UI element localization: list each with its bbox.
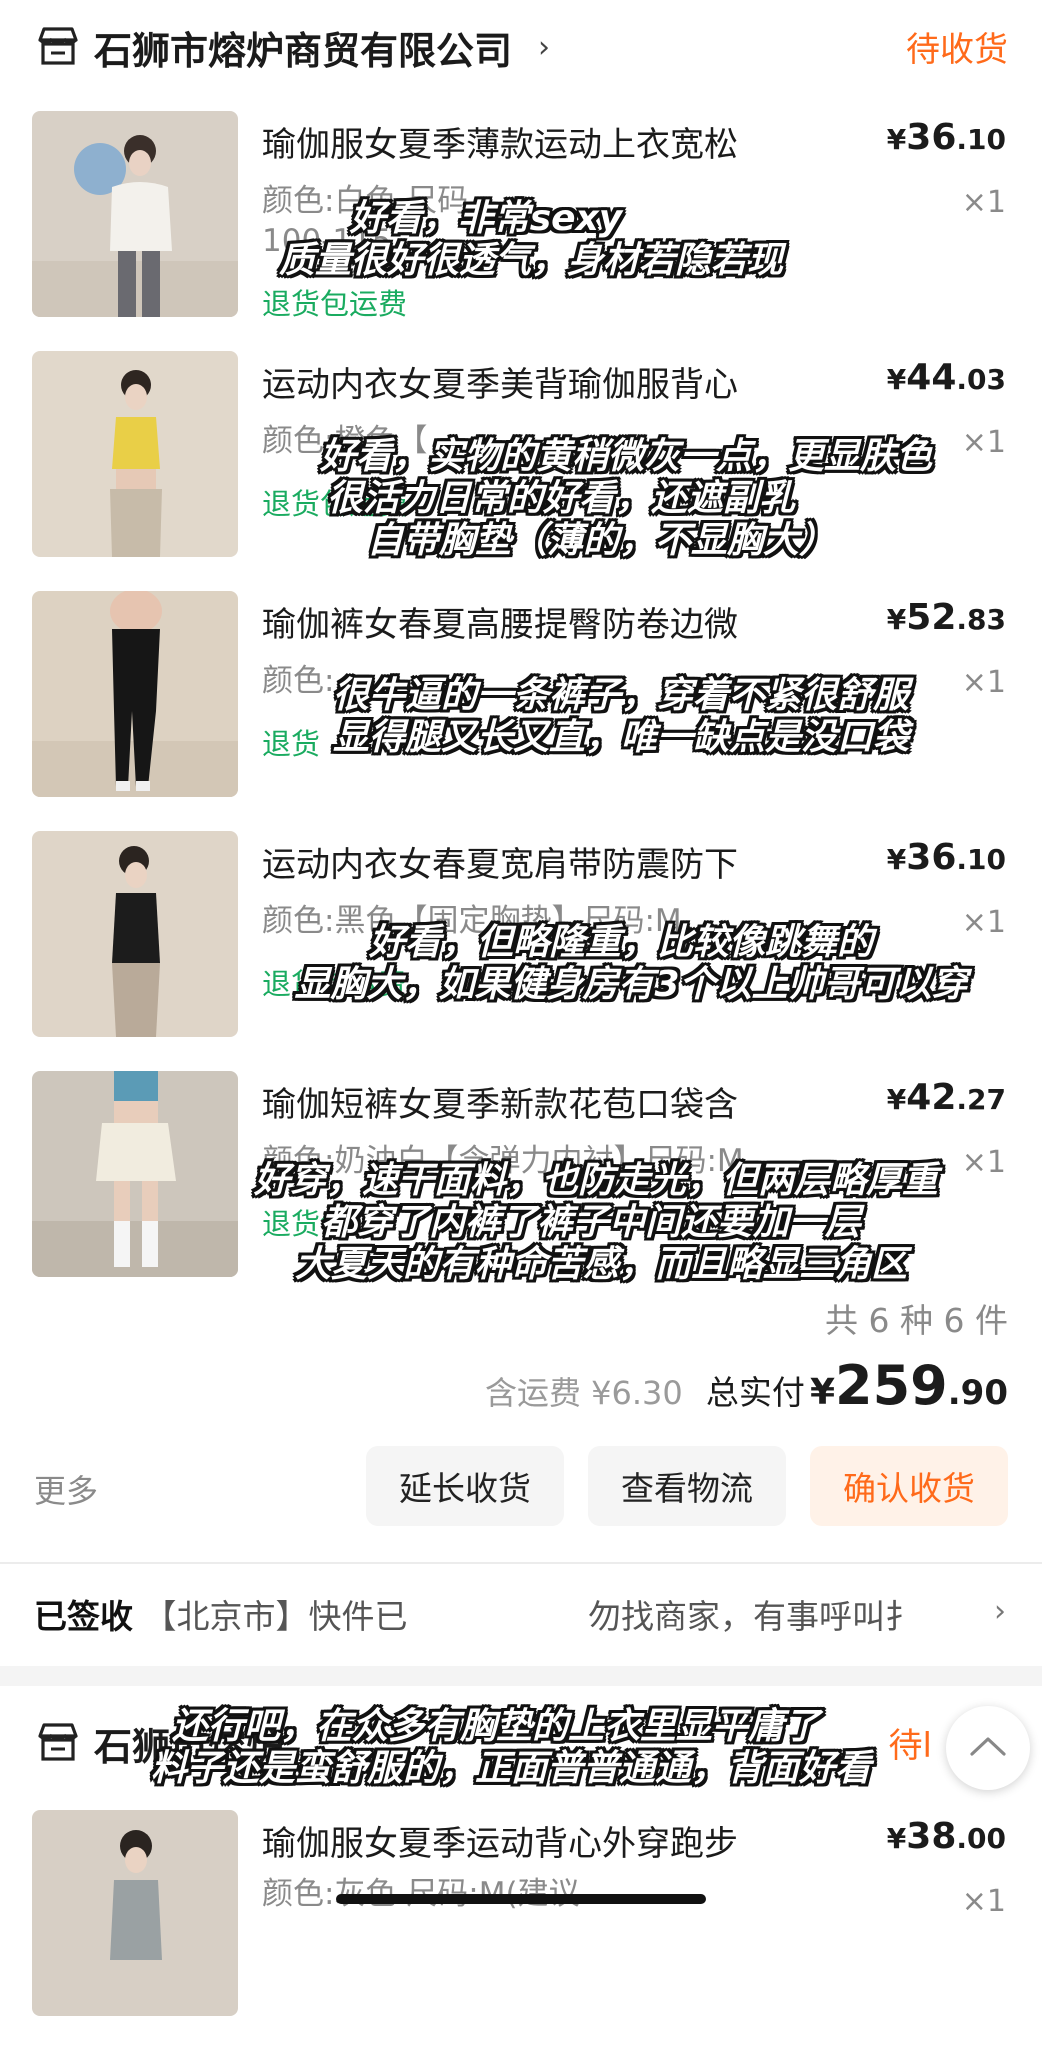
- product-price: ¥38.00: [886, 1816, 1006, 1857]
- product-price: ¥42.27: [886, 1077, 1006, 1118]
- product-price: ¥44.03: [886, 357, 1006, 398]
- chevron-up-icon: [968, 1734, 1008, 1762]
- product-price: ¥52.83: [886, 597, 1006, 638]
- section-separator: [0, 1666, 1042, 1686]
- view-logistics-button[interactable]: 查看物流: [588, 1446, 786, 1526]
- shop-header[interactable]: 石狮市熔炉商贸有限公司 › 待收货: [0, 0, 1042, 96]
- more-button[interactable]: 更多: [34, 1466, 98, 1512]
- order-total: 含运费 ¥6.30 总实付 ¥259.90: [484, 1354, 1008, 1417]
- chevron-right-icon: ›: [994, 1594, 1006, 1629]
- order-item[interactable]: 瑜伽服女夏季运动背心外穿跑步 ¥38.00 颜色:灰色 尺码:M(建议 ×1: [0, 1810, 1042, 2050]
- item-count: 共 6 种 6 件: [825, 1301, 1008, 1340]
- caption: 好看，非常sexy 质量很好很透气，身材若隐若现: [278, 198, 783, 281]
- confirm-receipt-button[interactable]: 确认收货: [810, 1446, 1008, 1526]
- order-status: 待收货: [906, 30, 1008, 70]
- total-label: 总实付: [705, 1373, 805, 1412]
- product-price: ¥36.10: [886, 117, 1006, 158]
- caption: 好看，实物的黄稍微灰一点，更显肤色 很活力日常的好看，还遮副乳 自带胸垫（薄的，…: [319, 436, 932, 561]
- shipping-fee: 含运费 ¥6.30: [484, 1374, 683, 1412]
- caption: 还行吧，在众多有胸垫的上衣里显平庸了 料子还是蛮舒服的，正面普普通通，背面好看: [150, 1706, 871, 1789]
- product-price: ¥36.10: [886, 837, 1006, 878]
- caption: 好看，但略隆重，比较像跳舞的 显胸大，如果健身房有3个以上帅哥可以穿: [294, 922, 968, 1005]
- product-quantity: ×1: [961, 1884, 1006, 1919]
- return-shipping-badge: 退货包运费: [262, 287, 408, 321]
- product-title[interactable]: 瑜伽服女夏季运动背心外穿跑步: [262, 1816, 738, 1865]
- home-indicator[interactable]: [336, 1894, 706, 1904]
- store-name[interactable]: 石狮市熔炉商贸有限公司: [94, 20, 512, 75]
- product-title[interactable]: 瑜伽短裤女夏季新款花苞口袋含: [262, 1077, 738, 1126]
- product-title[interactable]: 运动内衣女春夏宽肩带防震防下: [262, 837, 738, 886]
- product-image[interactable]: [32, 1810, 238, 2016]
- divider: [0, 1562, 1042, 1564]
- caption: 好穿，速干面料，也防走光，但两层略厚重 都穿了内裤了裤子中间还要加一层 大夏天的…: [253, 1160, 938, 1285]
- product-title[interactable]: 瑜伽服女夏季薄款运动上衣宽松: [262, 117, 738, 166]
- tracking-status[interactable]: 已签收 【北京市】快件已 勿找商家，有事呼叫扌: [34, 1590, 918, 1638]
- scroll-to-top-button[interactable]: [946, 1706, 1030, 1790]
- product-title[interactable]: 运动内衣女夏季美背瑜伽服背心: [262, 357, 738, 406]
- signed-label: 已签收: [34, 1597, 133, 1636]
- total-amount: 259: [835, 1354, 948, 1417]
- extend-receipt-button[interactable]: 延长收货: [366, 1446, 564, 1526]
- product-title[interactable]: 瑜伽裤女春夏高腰提臀防卷边微: [262, 597, 738, 646]
- chevron-right-icon: ›: [538, 30, 550, 65]
- caption: 很牛逼的一条裤子，穿着不紧很舒服 显得腿又长又直，唯一缺点是没口袋: [332, 675, 909, 758]
- store-icon: [36, 26, 80, 66]
